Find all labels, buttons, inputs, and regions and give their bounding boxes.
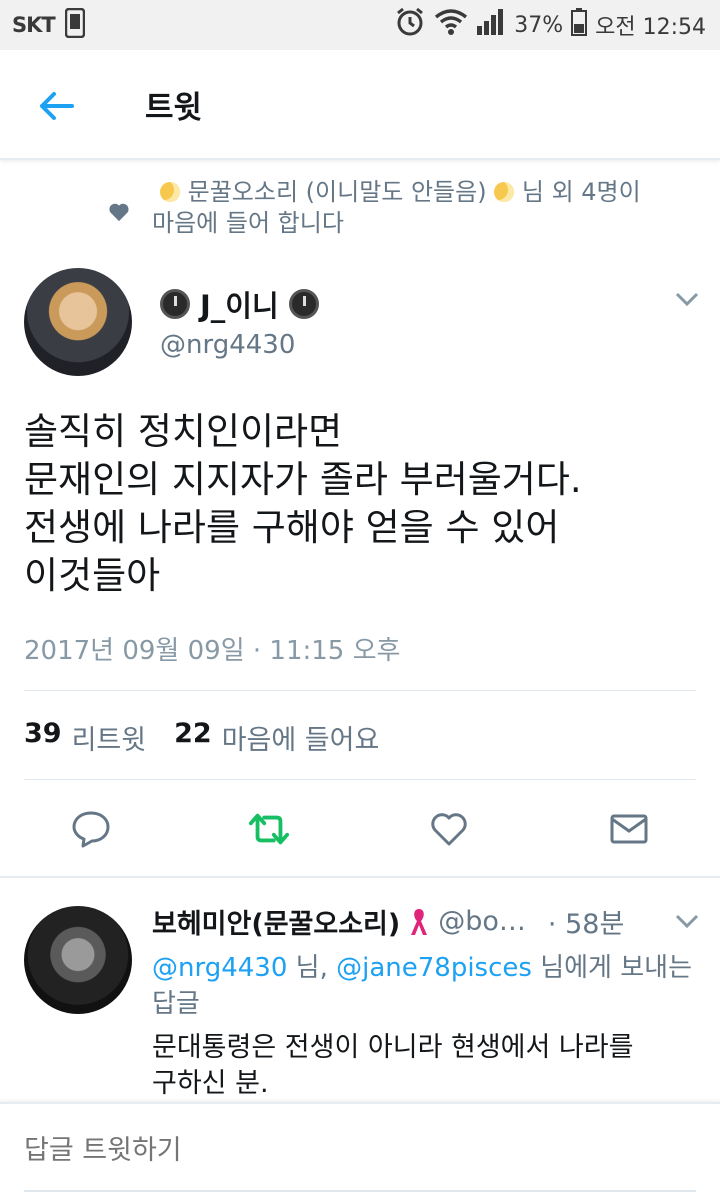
pink-ribbon-icon — [408, 907, 430, 937]
reply-bubble-icon — [72, 811, 110, 848]
alarm-icon — [394, 6, 426, 44]
moon-emoji-icon — [494, 182, 515, 202]
wifi-icon — [434, 8, 468, 42]
mention-link[interactable]: @nrg4430 — [152, 953, 287, 983]
retweet-stat[interactable]: 39 리트윗 — [24, 718, 146, 757]
reply-compose-input[interactable] — [24, 1128, 664, 1172]
retweet-label: 리트윗 — [71, 725, 147, 756]
retweet-button[interactable] — [248, 808, 290, 850]
clock-time: 오전 12:54 — [595, 15, 706, 40]
mention-link[interactable]: @jane78pisces — [336, 953, 532, 983]
tweet-actions — [0, 780, 720, 876]
divider — [24, 690, 696, 691]
author-handle[interactable]: @nrg4430 — [160, 330, 295, 360]
reply-author-avatar[interactable] — [24, 906, 132, 1014]
watch-emoji-icon — [288, 289, 319, 319]
signal-icon — [476, 8, 506, 42]
reply-header[interactable]: 보헤미안(문꿀오소리) @bo… · 58분 — [152, 902, 624, 941]
app-bar: 트윗 — [0, 50, 720, 160]
carrier-label: SKT — [12, 13, 56, 37]
phone-icon — [64, 7, 85, 42]
like-button[interactable] — [428, 808, 470, 850]
like-label: 마음에 들어요 — [221, 725, 380, 756]
reply-text: 문대통령은 전생이 아니라 현생에서 나라를 구하신 분. — [152, 1032, 634, 1099]
chevron-down-icon — [675, 292, 699, 306]
compose-underline — [24, 1190, 696, 1192]
page-title: 트윗 — [145, 90, 203, 126]
reply-button[interactable] — [70, 808, 112, 850]
envelope-icon — [610, 814, 648, 844]
retweet-icon — [248, 813, 290, 845]
liked-by-line1: 문꿀오소리 (이니말도 안들음) 님 외 4명이 — [160, 172, 641, 207]
chevron-down-icon — [675, 914, 699, 928]
section-divider — [0, 876, 720, 878]
battery-percent: 37% — [514, 12, 564, 38]
reply-author-name: 보헤미안(문꿀오소리) — [152, 909, 401, 940]
mention-separator: 님, — [287, 953, 337, 983]
reply-age: · 58분 — [547, 909, 625, 940]
liked-by-suffix: 님 외 4명이 — [521, 178, 641, 206]
author-name[interactable]: J_이니 — [160, 283, 319, 325]
reply-author-handle: @bo… — [438, 906, 526, 937]
moon-emoji-icon — [160, 182, 180, 202]
tweet-timestamp: 2017년 09월 09일 · 11:15 오후 — [24, 636, 401, 666]
author-avatar[interactable] — [24, 268, 132, 376]
status-bar: SKT 37% 오전 12:54 — [0, 0, 720, 50]
watch-emoji-icon — [160, 289, 190, 319]
like-stat[interactable]: 22 마음에 들어요 — [174, 718, 379, 757]
compose-reply-bar — [0, 1102, 720, 1196]
heart-icon — [431, 813, 467, 846]
tweet-stats: 39 리트윗 22 마음에 들어요 — [24, 718, 379, 757]
heart-icon — [108, 202, 130, 226]
tweet-options-button[interactable] — [670, 284, 704, 314]
arrow-left-icon — [40, 92, 74, 120]
back-button[interactable] — [30, 80, 82, 132]
liked-by-user: 문꿀오소리 (이니말도 안들음) — [187, 178, 487, 206]
author-name-text: J_이니 — [200, 289, 279, 323]
tweet-text: 솔직히 정치인이라면 문재인의 지지자가 졸라 부러울거다. 전생에 나라를 구… — [24, 410, 582, 597]
retweet-count: 39 — [24, 718, 62, 749]
reply-options-button[interactable] — [670, 906, 704, 936]
liked-by-context[interactable]: 문꿀오소리 (이니말도 안들음) 님 외 4명이 마음에 들어 합니다 — [0, 168, 720, 237]
liked-by-line2: 마음에 들어 합니다 — [152, 209, 344, 237]
like-count: 22 — [174, 718, 212, 749]
direct-message-button[interactable] — [608, 808, 650, 850]
battery-icon — [571, 8, 588, 42]
replying-to: @nrg4430 님, @jane78pisces 님에게 보내는 답글 — [152, 950, 692, 1022]
